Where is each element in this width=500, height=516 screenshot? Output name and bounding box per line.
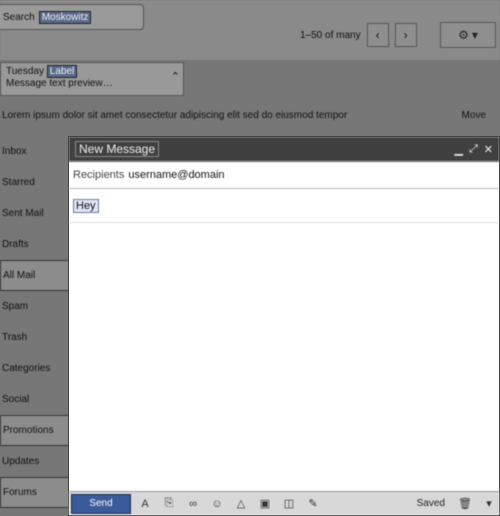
left-list-item[interactable]: Sent Mail bbox=[0, 198, 70, 229]
left-list-item[interactable]: Inbox bbox=[0, 136, 70, 167]
chevron-right-icon: › bbox=[403, 28, 408, 42]
emoji-icon[interactable]: ☺ bbox=[207, 495, 227, 513]
left-list-item[interactable]: Social bbox=[0, 384, 70, 415]
next-page-button[interactable]: › bbox=[394, 23, 417, 47]
left-list-item[interactable]: Spam bbox=[0, 291, 70, 322]
send-button[interactable]: Send bbox=[71, 493, 131, 514]
left-list-item[interactable]: Promotions bbox=[0, 415, 70, 446]
saved-text: Saved bbox=[416, 498, 445, 509]
format-icon[interactable]: A bbox=[135, 495, 155, 513]
recipients-field[interactable]: Recipients username@domain bbox=[69, 161, 499, 189]
info-row: Lorem ipsum dolor sit amet consectetur a… bbox=[0, 104, 500, 126]
subject-value: Hey bbox=[73, 198, 99, 213]
left-list-item[interactable]: Trash bbox=[0, 322, 70, 353]
snippet-preview: Message text preview… bbox=[6, 78, 113, 89]
more-icon[interactable]: ▾ bbox=[479, 495, 499, 513]
gear-icon: ⚙ bbox=[458, 28, 469, 42]
chevron-down-icon[interactable]: ⌃ bbox=[171, 71, 180, 83]
attach-icon[interactable]: ⎘ bbox=[159, 495, 179, 513]
compose-header[interactable]: New Message ▁ ⤢ ✕ bbox=[69, 137, 499, 161]
expand-icon[interactable]: ⤢ bbox=[469, 143, 478, 156]
left-list-item[interactable]: Forums bbox=[0, 477, 70, 508]
prev-page-button[interactable]: ‹ bbox=[366, 23, 389, 47]
snippet-label-tag: Label bbox=[46, 65, 78, 78]
photo-icon[interactable]: ▣ bbox=[255, 495, 275, 513]
lock-icon[interactable]: ◫ bbox=[279, 495, 299, 513]
recipients-value: username@domain bbox=[128, 169, 225, 181]
left-list-item[interactable]: All Mail bbox=[0, 260, 70, 291]
trash-icon[interactable]: 🗑 bbox=[455, 495, 475, 513]
info-row-text: Lorem ipsum dolor sit amet consectetur a… bbox=[2, 109, 348, 121]
compose-toolbar: Send A ⎘ ∞ ☺ △ ▣ ◫ ✎ Saved 🗑 ▾ bbox=[69, 491, 499, 515]
left-list-item[interactable]: Drafts bbox=[0, 229, 70, 260]
recipients-label: Recipients bbox=[73, 169, 125, 181]
search-text: Search bbox=[3, 11, 35, 23]
settings-button[interactable]: ⚙ ▾ bbox=[440, 22, 496, 48]
signature-icon[interactable]: ✎ bbox=[303, 495, 323, 513]
pagination: 1–50 of many ‹ › bbox=[300, 22, 417, 48]
left-list-item[interactable]: Starred bbox=[0, 167, 70, 198]
top-bar: Search Moskowitz 1–50 of many ‹ › ⚙ ▾ bbox=[0, 0, 500, 60]
drive-icon[interactable]: △ bbox=[231, 495, 251, 513]
link-icon[interactable]: ∞ bbox=[183, 495, 203, 513]
move-link[interactable]: Move bbox=[462, 110, 500, 121]
chevron-left-icon: ‹ bbox=[375, 28, 380, 42]
subject-field[interactable]: Hey bbox=[69, 189, 499, 223]
chevron-down-icon: ▾ bbox=[471, 28, 478, 42]
left-folder-list: Inbox Starred Sent Mail Drafts All Mail Spam T… bbox=[0, 136, 70, 508]
pagination-text: 1–50 of many bbox=[300, 29, 361, 41]
search-chip[interactable]: Search Moskowitz bbox=[0, 4, 144, 30]
message-snippet[interactable]: Tuesday Label Message text preview… ⌃ bbox=[0, 62, 184, 96]
close-icon[interactable]: ✕ bbox=[484, 143, 493, 156]
message-body[interactable] bbox=[69, 223, 499, 491]
send-label: Send bbox=[89, 498, 113, 509]
left-list-item[interactable]: Categories bbox=[0, 353, 70, 384]
minimize-icon[interactable]: ▁ bbox=[455, 143, 463, 156]
snippet-prefix: Tuesday bbox=[6, 66, 44, 77]
left-list-item[interactable]: Updates bbox=[0, 446, 70, 477]
search-chip-label: Moskowitz bbox=[38, 10, 92, 24]
compose-window: New Message ▁ ⤢ ✕ Recipients username@do… bbox=[68, 136, 500, 516]
compose-title: New Message bbox=[75, 141, 160, 157]
